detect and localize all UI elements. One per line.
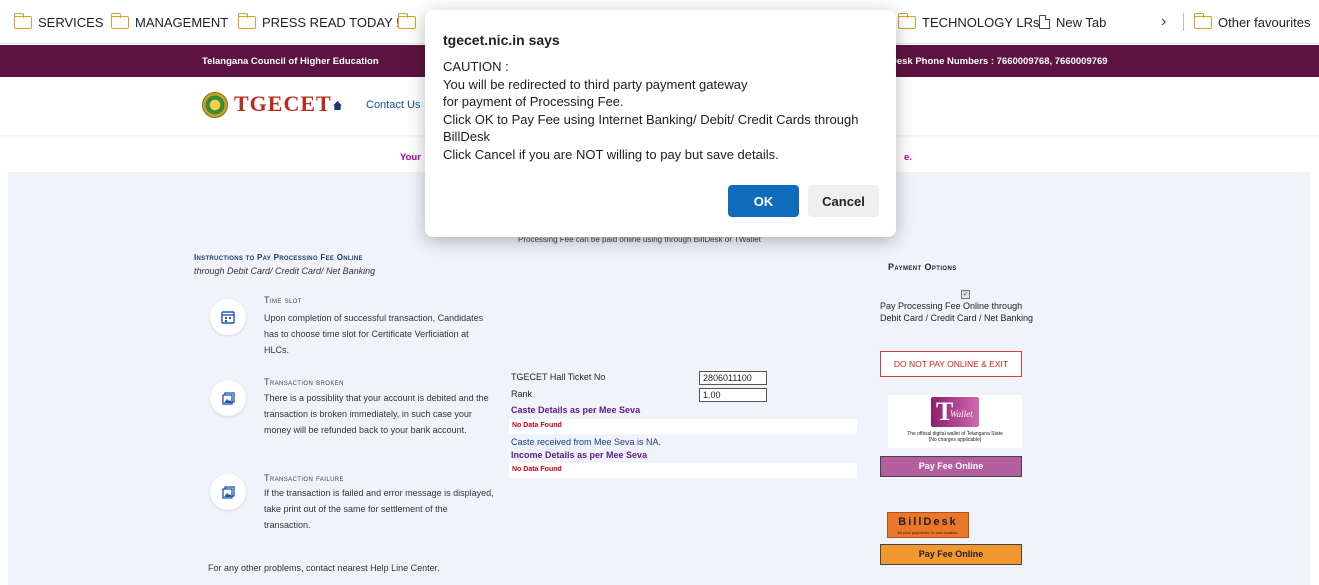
state-emblem-icon xyxy=(202,92,228,118)
gallery-icon xyxy=(210,380,246,416)
hall-ticket-field: 2806011100 xyxy=(699,371,767,385)
status-message-end: e. xyxy=(904,152,912,163)
transaction-broken-text: There is a possiblity that your account … xyxy=(264,393,489,435)
bookmark-technology-lrs[interactable]: TECHNOLOGY LRs xyxy=(897,0,1040,44)
bookmark-new-tab[interactable]: New Tab xyxy=(1039,0,1106,44)
twallet-word: Wallet xyxy=(950,409,973,419)
bookmark-other-favourites[interactable]: Other favourites xyxy=(1193,0,1311,44)
billdesk-logo: BillDesk All your payments. In one locat… xyxy=(887,512,969,538)
folder-icon xyxy=(397,12,416,29)
alert-dialog: tgecet.nic.in says CAUTION : You will be… xyxy=(425,10,896,237)
pay-online-option-text: Pay Processing Fee Online through Debit … xyxy=(880,300,1033,324)
twallet-logo: T Wallet The official digital wallet of … xyxy=(888,395,1022,448)
helpdesk-phone-numbers: Desk Phone Numbers : 7660009768, 7660009… xyxy=(890,56,1108,67)
transaction-failure-text: If the transaction is failed and error m… xyxy=(264,488,494,530)
bookmark-label: Other favourites xyxy=(1218,14,1311,30)
bookmark-management[interactable]: MANAGEMENT xyxy=(110,0,229,44)
bookmark-label: PRESS READ TODAY ! xyxy=(262,14,400,30)
bookmarks-overflow-button[interactable]: › xyxy=(1161,0,1166,44)
dialog-line: BillDesk xyxy=(443,129,490,144)
dialog-line: for payment of Processing Fee. xyxy=(443,94,624,109)
instructions-title: Instructions to Pay Processing Fee Onlin… xyxy=(194,253,363,262)
dialog-line: You will be redirected to third party pa… xyxy=(443,76,748,92)
pay-online-line1: Pay Processing Fee Online through xyxy=(880,301,1023,311)
do-not-pay-exit-button[interactable]: DO NOT PAY ONLINE & EXIT xyxy=(880,351,1022,377)
time-slot-title: Time slot xyxy=(264,295,302,305)
folder-icon xyxy=(897,12,916,29)
gallery-icon xyxy=(210,474,246,510)
bookmark-press-read-today[interactable]: PRESS READ TODAY ! xyxy=(237,0,400,44)
rank-field: 1.00 xyxy=(699,388,767,402)
billdesk-tagline: All your payments. In one location. xyxy=(897,530,959,535)
billdesk-pay-fee-button[interactable]: Pay Fee Online xyxy=(880,544,1022,565)
income-no-data: No Data Found xyxy=(509,463,857,478)
bookmark-label: MANAGEMENT xyxy=(135,14,229,30)
dialog-line: CAUTION : xyxy=(443,59,509,74)
folder-icon xyxy=(237,12,256,29)
bookmarks-separator xyxy=(1183,0,1184,44)
income-details-title: Income Details as per Mee Seva xyxy=(511,450,648,460)
bookmark-services[interactable]: SERVICES xyxy=(13,0,104,44)
chevron-right-icon: › xyxy=(1161,13,1167,30)
dialog-message: CAUTION : You will be redirected to thir… xyxy=(443,58,883,163)
calendar-icon xyxy=(210,299,246,335)
site-logo[interactable]: TGECET xyxy=(234,91,332,117)
twallet-badge: T Wallet xyxy=(931,397,979,427)
caste-no-data: No Data Found xyxy=(509,419,857,434)
folder-icon xyxy=(13,12,32,29)
bookmark-hidden[interactable] xyxy=(397,0,416,44)
bookmark-label: TECHNOLOGY LRs xyxy=(922,14,1040,30)
time-slot-text: Upon completion of successful transactio… xyxy=(264,313,484,355)
cancel-button[interactable]: Cancel xyxy=(808,185,879,217)
hall-ticket-label: TGECET Hall Ticket No xyxy=(511,372,606,382)
instructions-subtitle: through Debit Card/ Credit Card/ Net Ban… xyxy=(194,266,376,276)
dialog-title: tgecet.nic.in says xyxy=(443,32,560,48)
transaction-failure-title: Transaction failure xyxy=(264,473,344,483)
dialog-line: Click OK to Pay Fee using Internet Banki… xyxy=(443,111,859,127)
pay-online-line2: Debit Card / Credit Card / Net Banking xyxy=(880,313,1034,323)
rank-label: Rank xyxy=(511,389,533,399)
page-icon xyxy=(1039,14,1051,29)
payment-options-title: Payment Options xyxy=(888,262,957,272)
folder-icon xyxy=(1193,12,1212,29)
bookmark-label: SERVICES xyxy=(38,14,104,30)
twallet-charges-note: (No charges applicable) xyxy=(928,437,982,443)
caste-note: Caste received from Mee Seva is NA. xyxy=(511,437,662,447)
helpline-note: For any other problems, contact nearest … xyxy=(208,563,440,573)
bookmark-label: New Tab xyxy=(1056,14,1107,30)
dialog-line: Click Cancel if you are NOT willing to p… xyxy=(443,146,779,162)
council-name: Telangana Council of Higher Education xyxy=(202,56,379,67)
contact-us-link[interactable]: Contact Us xyxy=(366,99,420,111)
twallet-pay-fee-button[interactable]: Pay Fee Online xyxy=(880,456,1022,477)
transaction-broken-title: Transaction broken xyxy=(264,377,344,387)
billdesk-wordmark: BillDesk xyxy=(898,516,958,528)
pay-online-checkbox[interactable]: ✓ xyxy=(961,290,970,299)
ok-button[interactable]: OK xyxy=(728,185,799,217)
separator xyxy=(1183,13,1184,31)
folder-icon xyxy=(110,12,129,29)
home-icon[interactable] xyxy=(333,101,342,110)
caste-details-title: Caste Details as per Mee Seva xyxy=(511,405,641,415)
status-message-start: Your xyxy=(400,152,421,163)
